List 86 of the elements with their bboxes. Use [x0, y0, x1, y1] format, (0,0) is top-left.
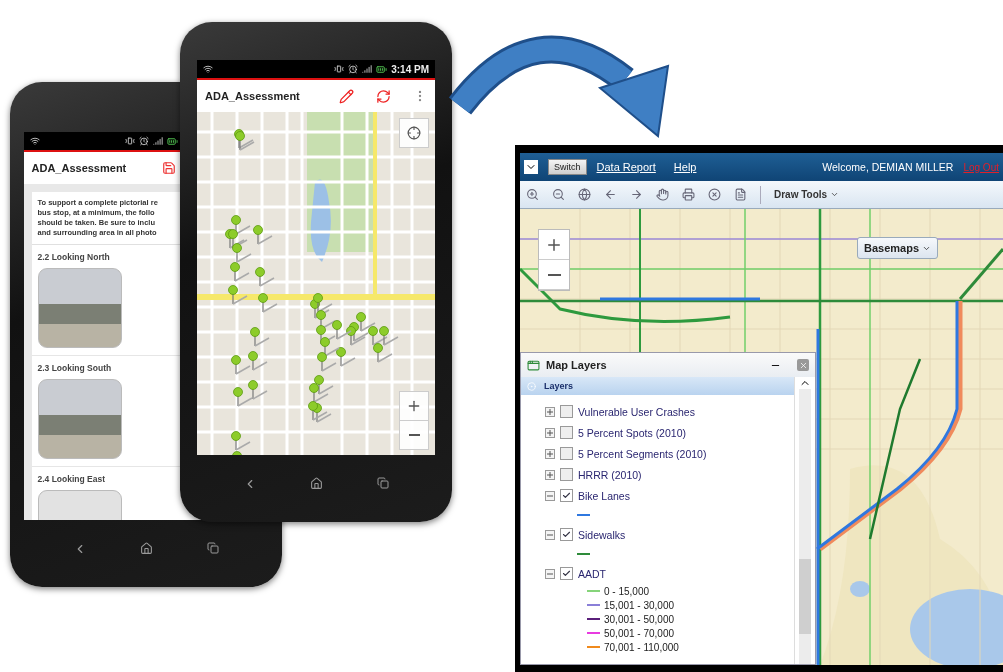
expand-toggle[interactable] — [545, 568, 555, 579]
alarm-icon — [348, 64, 359, 74]
battery-icon — [376, 63, 388, 75]
zoom-out-button[interactable] — [399, 420, 429, 450]
recent-apps-icon[interactable] — [377, 477, 390, 489]
zoom-in-icon[interactable] — [526, 188, 539, 201]
expand-toggle[interactable] — [545, 406, 555, 417]
layer-name[interactable]: Sidewalks — [578, 528, 626, 541]
section-heading: 2.2 Looking North — [37, 252, 110, 262]
legend-label: 70,001 - 110,000 — [604, 641, 679, 653]
nav-link[interactable]: Data Report — [596, 161, 656, 173]
checkbox[interactable] — [560, 528, 573, 541]
layer-name[interactable]: HRRR (2010) — [578, 468, 642, 481]
legend-label: 50,001 - 70,000 — [604, 627, 675, 639]
legend-label: 0 - 15,000 — [604, 585, 650, 597]
close-button[interactable] — [797, 359, 809, 371]
layer-name[interactable]: 5 Percent Segments (2010) — [578, 447, 707, 460]
checkbox[interactable] — [560, 426, 573, 439]
layer-name[interactable]: AADT — [578, 567, 606, 580]
forward-arrow-icon[interactable] — [630, 188, 643, 201]
plus-icon — [406, 398, 422, 414]
signal-icon — [362, 64, 373, 74]
globe-icon[interactable] — [578, 188, 591, 201]
zoom-in-button[interactable] — [399, 391, 429, 421]
wifi-icon — [203, 64, 213, 74]
refresh-icon[interactable] — [376, 88, 391, 104]
printer-icon[interactable] — [682, 188, 695, 201]
tree-root-label: Layers — [544, 381, 574, 391]
minus-icon — [547, 273, 561, 276]
dropdown-button[interactable] — [524, 160, 538, 174]
checkbox[interactable] — [560, 447, 573, 460]
expand-toggle[interactable] — [545, 448, 555, 459]
check-icon — [562, 530, 571, 539]
app-title: ADA_Assessment — [205, 90, 300, 102]
document-icon[interactable] — [734, 188, 747, 201]
legend-label: 30,001 - 50,000 — [604, 613, 675, 625]
close-icon — [798, 360, 808, 370]
checkbox[interactable] — [560, 567, 573, 580]
layer-name[interactable]: Bike Lanes — [578, 489, 630, 502]
check-icon — [562, 491, 571, 500]
circle-icon — [527, 381, 536, 391]
scrollbar[interactable] — [799, 389, 811, 664]
signal-icon — [152, 136, 163, 146]
expand-toggle[interactable] — [545, 427, 555, 438]
home-icon[interactable] — [310, 477, 324, 490]
draw-tools-button[interactable]: Draw Tools — [774, 189, 840, 200]
layer-name[interactable]: Vulnerable User Crashes — [578, 405, 695, 418]
locate-icon — [407, 126, 421, 140]
expand-toggle[interactable] — [545, 529, 555, 540]
vibrate-icon — [124, 136, 135, 146]
checkbox[interactable] — [560, 489, 573, 502]
tree-root-row[interactable]: Layers — [521, 377, 794, 395]
expand-toggle[interactable] — [545, 469, 555, 480]
photo-placeholder[interactable] — [37, 268, 122, 348]
save-icon[interactable] — [161, 161, 176, 175]
check-icon — [562, 569, 571, 578]
checkbox[interactable] — [560, 405, 573, 418]
app-title: ADA_Assessment — [31, 162, 127, 174]
locate-button[interactable] — [399, 118, 429, 148]
vibrate-icon — [334, 64, 345, 74]
section-heading: 2.4 Looking East — [37, 474, 106, 484]
layer-name[interactable]: 5 Percent Spots (2010) — [578, 426, 686, 439]
welcome-text: Welcome, DEMIAN MILLER — [822, 161, 954, 173]
switch-button[interactable]: Switch — [548, 159, 587, 175]
legend-label: 15,001 - 30,000 — [604, 599, 675, 611]
hand-icon[interactable] — [656, 188, 669, 201]
recent-apps-icon[interactable] — [207, 542, 220, 554]
zoom-out-icon[interactable] — [552, 188, 565, 201]
wifi-icon — [29, 136, 40, 146]
clear-icon[interactable] — [708, 188, 721, 201]
section-heading: 2.3 Looking South — [37, 363, 112, 373]
back-arrow-icon[interactable] — [604, 188, 617, 201]
alarm-icon — [138, 136, 149, 146]
minus-icon — [408, 434, 420, 436]
basemaps-button[interactable]: Basemaps — [857, 237, 939, 259]
home-icon[interactable] — [140, 542, 154, 555]
expand-toggle[interactable] — [545, 490, 555, 501]
nav-link[interactable]: Help — [673, 161, 697, 173]
window-icon — [527, 358, 540, 372]
battery-icon — [166, 135, 178, 147]
photo-placeholder[interactable] — [37, 379, 122, 459]
caret-icon — [830, 190, 840, 199]
clock-time: 3:14 PM — [391, 63, 429, 75]
panel-title: Map Layers — [546, 359, 607, 371]
pencil-icon[interactable] — [339, 88, 354, 104]
checkbox[interactable] — [560, 468, 573, 481]
